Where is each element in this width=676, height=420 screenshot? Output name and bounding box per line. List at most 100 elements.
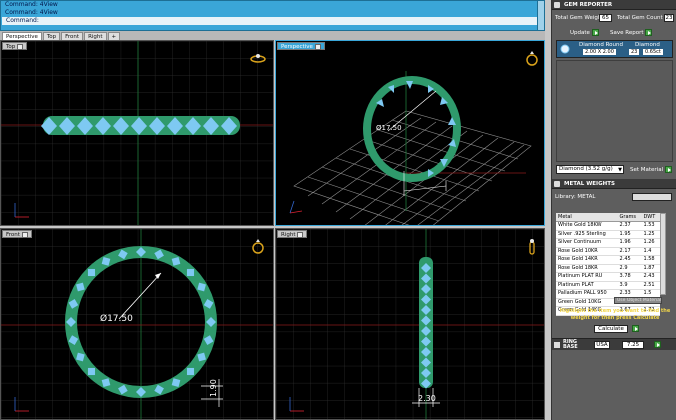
metal-library-label: Library: METAL: [555, 194, 596, 200]
viewport-label-top[interactable]: Top: [2, 42, 28, 50]
right-width-dimension: 2.30: [418, 394, 436, 403]
viewport-menu-icon[interactable]: [21, 231, 28, 238]
right-view-canvas: 2.30: [276, 229, 544, 419]
material-select[interactable]: Diamond (3.52 g/g) ▼: [556, 165, 624, 174]
metal-name: Platinum PLAT: [556, 281, 618, 290]
update-icon: [591, 29, 599, 36]
total-gem-weight-label: Total Gem Weight: [555, 15, 604, 21]
metal-grams: 1.95: [617, 230, 642, 239]
gem-type: Diamond: [635, 42, 660, 48]
calculate-button[interactable]: Calculate: [594, 325, 628, 333]
diamond-round-icon: [560, 44, 570, 54]
metal-name: White Gold 18KW: [556, 221, 618, 231]
metal-name: Rose Gold 14KR: [556, 255, 618, 265]
metal-name: Rose Gold 10KR: [556, 247, 618, 256]
metal-weights-header[interactable]: METAL WEIGHTS: [552, 179, 676, 189]
command-history: Command: 4View Command: 4View Command:: [0, 0, 545, 31]
metal-name: Silver .925 Sterling: [556, 230, 618, 239]
metal-library-controls[interactable]: [632, 193, 672, 201]
ring-perspective-icon: [526, 51, 538, 66]
tab-perspective[interactable]: Perspective: [2, 32, 42, 40]
table-row[interactable]: Silver Continuum 1.96 1.26: [556, 238, 660, 248]
metal-dwt: 1.4: [641, 247, 660, 256]
ring-size-value[interactable]: 7.25: [622, 341, 644, 349]
table-row[interactable]: Rose Gold 10KR 2.17 1.4: [556, 247, 660, 256]
viewport-front[interactable]: Front Ø17.50 1.90: [0, 228, 274, 420]
metal-grams: 3.78: [617, 272, 642, 282]
metal-name: Palladium PALL 950: [556, 289, 618, 299]
set-material-button[interactable]: Set Material: [628, 166, 673, 174]
chevron-down-icon: ▼: [618, 167, 622, 173]
gem-list-item[interactable]: Diamond Round 2.00 X 2.00 Diamond 23 0.6…: [557, 41, 672, 57]
table-row[interactable]: Platinum PLAT RU 3.78 2.43: [556, 272, 660, 282]
viewport-perspective[interactable]: Perspective Ø17.50: [275, 40, 545, 226]
gem-icon: [554, 2, 560, 8]
metal-name: Rose Gold 18KR: [556, 264, 618, 273]
gem-size: 2.00 X 2.00: [583, 49, 616, 55]
metal-name: Platinum PLAT RU: [556, 272, 618, 282]
metal-name: Green Gold 10KG: [556, 298, 618, 307]
metal-table-scrollbar[interactable]: [660, 213, 666, 295]
viewport-label-perspective[interactable]: Perspective: [277, 42, 325, 50]
save-report-button[interactable]: Save Report: [608, 29, 653, 37]
gem-marker: [87, 268, 96, 277]
side-panel: GEM REPORTER Total Gem Weight 65 Total G…: [551, 0, 676, 420]
viewport-label-front[interactable]: Front: [2, 230, 32, 238]
gem-marker: [186, 367, 195, 376]
viewport-tabs: Perspective Top Front Right +: [0, 31, 545, 40]
ring-right-icon: [529, 239, 535, 255]
col-grams[interactable]: Grams: [617, 213, 642, 222]
table-row[interactable]: Silver .925 Sterling 1.95 1.25: [556, 230, 660, 239]
gem-reporter-header[interactable]: GEM REPORTER: [552, 0, 676, 10]
table-row[interactable]: White Gold 18KW 2.37 1.53: [556, 221, 660, 231]
viewport-menu-icon[interactable]: [314, 43, 321, 50]
front-diameter-dimension: Ø17.50: [100, 313, 133, 324]
tab-right[interactable]: Right: [84, 32, 107, 40]
perspective-dimension: Ø17.50: [376, 124, 402, 132]
metal-grams: 2.9: [617, 264, 642, 273]
use-object-materials-toggle[interactable]: Use Object Materials: [614, 297, 662, 304]
viewport-menu-icon[interactable]: [297, 231, 304, 238]
metal-dwt: 2.43: [641, 272, 660, 282]
app-window: Command: 4View Command: 4View Command: P…: [0, 0, 676, 420]
ring-icon: [554, 342, 560, 348]
gem-count: 23: [629, 49, 640, 55]
ring-size-apply-icon[interactable]: [654, 341, 661, 348]
metal-dwt: 1.25: [641, 230, 660, 239]
metal-grams: 2.17: [617, 247, 642, 256]
metal-grams: 2.45: [617, 255, 642, 265]
col-dwt[interactable]: DWT: [641, 213, 660, 222]
command-scrollbar[interactable]: [537, 1, 544, 30]
viewport-label-right[interactable]: Right: [277, 230, 308, 238]
viewport-top[interactable]: Top: [0, 40, 274, 226]
tab-front[interactable]: Front: [61, 32, 84, 40]
command-prompt[interactable]: Command:: [2, 17, 543, 25]
metal-dwt: 1.58: [641, 255, 660, 265]
tab-add[interactable]: +: [107, 32, 121, 40]
tab-top[interactable]: Top: [42, 32, 61, 40]
metal-hint: Highlight the item you want to find the …: [559, 308, 671, 321]
metal-grams: 1.96: [617, 238, 642, 248]
metal-dwt: 1.87: [641, 264, 660, 273]
metal-dwt: 1.53: [641, 221, 660, 231]
gem-name: Diamond Round: [579, 42, 623, 48]
table-row[interactable]: Rose Gold 14KR 2.45 1.58: [556, 255, 660, 265]
calculate-icon: [632, 325, 639, 332]
ring-size-bar: RING BASE USA 7.25: [552, 338, 676, 350]
metal-name: Silver Continuum: [556, 238, 618, 248]
col-metal[interactable]: Metal: [556, 213, 618, 222]
gem-list: Diamond Round 2.00 X 2.00 Diamond 23 0.6…: [556, 40, 673, 58]
save-icon: [645, 29, 653, 36]
front-view-canvas: Ø17.50 1.90: [1, 229, 273, 419]
ring-front-icon: [252, 239, 264, 254]
ring-size-title: RING BASE: [563, 339, 578, 350]
viewport-menu-icon[interactable]: [17, 43, 24, 50]
table-row[interactable]: Rose Gold 18KR 2.9 1.87: [556, 264, 660, 273]
ring-size-standard[interactable]: USA: [594, 341, 610, 349]
total-gem-count-text: Total Gem Count: [617, 15, 663, 21]
update-button[interactable]: Update: [568, 29, 599, 37]
metal-dwt: 1.26: [641, 238, 660, 248]
viewport-right[interactable]: Right 2.30: [275, 228, 545, 420]
metal-grams: 2.37: [617, 221, 642, 231]
table-row[interactable]: Platinum PLAT 3.9 2.51: [556, 281, 660, 290]
